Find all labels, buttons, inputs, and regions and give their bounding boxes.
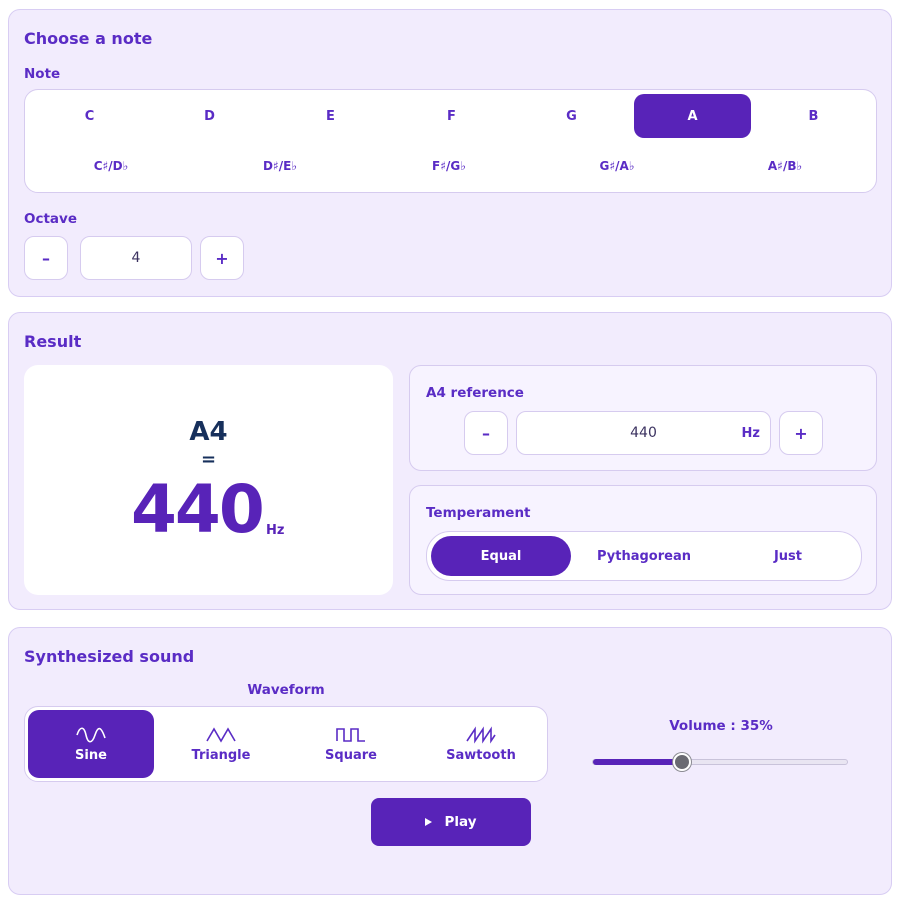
- note-button-b[interactable]: B: [755, 94, 872, 138]
- waveform-sawtooth-button[interactable]: Sawtooth: [418, 710, 544, 778]
- octave-decrement-button[interactable]: –: [24, 236, 68, 280]
- play-icon: [425, 818, 433, 826]
- choose-note-title: Choose a note: [24, 29, 153, 48]
- volume-slider-fill: [593, 759, 682, 765]
- temperament-panel: Temperament Equal Pythagorean Just: [409, 485, 877, 595]
- volume-slider[interactable]: [592, 753, 848, 771]
- note-button-a-sharp[interactable]: A♯/B♭: [705, 146, 865, 186]
- note-button-e[interactable]: E: [272, 94, 389, 138]
- note-label: Note: [24, 66, 61, 82]
- octave-input[interactable]: 4: [80, 236, 192, 280]
- waveform-label: Waveform: [247, 682, 325, 698]
- temperament-pythagorean-button[interactable]: Pythagorean: [573, 536, 715, 576]
- waveform-sawtooth-label: Sawtooth: [446, 747, 516, 763]
- waveform-triangle-label: Triangle: [191, 747, 251, 763]
- result-frequency: 440: [131, 471, 265, 548]
- reference-input[interactable]: 440 Hz: [516, 411, 771, 455]
- a4-reference-label: A4 reference: [426, 385, 524, 401]
- sine-wave-icon: [76, 726, 106, 743]
- result-title: Result: [24, 332, 82, 351]
- note-button-g[interactable]: G: [513, 94, 630, 138]
- reference-decrement-button[interactable]: –: [464, 411, 508, 455]
- square-wave-icon: [336, 727, 365, 742]
- volume-slider-thumb[interactable]: [673, 753, 691, 771]
- play-button-label: Play: [444, 814, 477, 830]
- note-button-d[interactable]: D: [151, 94, 268, 138]
- play-button[interactable]: Play: [371, 798, 531, 846]
- result-panel: Result A4 = 440 Hz A4 reference – 440 Hz…: [8, 312, 892, 610]
- synthesized-sound-panel: Synthesized sound Waveform Sine Triangle…: [8, 627, 892, 895]
- waveform-sine-label: Sine: [75, 747, 107, 763]
- temperament-just-button[interactable]: Just: [717, 536, 859, 576]
- reference-unit: Hz: [741, 425, 760, 441]
- sawtooth-wave-icon: [466, 725, 496, 744]
- reference-increment-button[interactable]: +: [779, 411, 823, 455]
- note-button-c[interactable]: C: [31, 94, 148, 138]
- temperament-selector: Equal Pythagorean Just: [426, 531, 862, 581]
- result-display: A4 = 440 Hz: [24, 365, 393, 595]
- note-button-f-sharp[interactable]: F♯/G♭: [369, 146, 529, 186]
- synthesized-sound-title: Synthesized sound: [24, 647, 195, 666]
- octave-increment-button[interactable]: +: [200, 236, 244, 280]
- waveform-sine-button[interactable]: Sine: [28, 710, 154, 778]
- waveform-square-button[interactable]: Square: [288, 710, 414, 778]
- note-button-f[interactable]: F: [393, 94, 510, 138]
- waveform-selector: Sine Triangle Square Sawtooth: [24, 706, 548, 782]
- a4-reference-panel: A4 reference – 440 Hz +: [409, 365, 877, 471]
- octave-label: Octave: [24, 211, 77, 227]
- result-unit: Hz: [266, 523, 285, 538]
- reference-value: 440: [630, 425, 657, 441]
- volume-label: Volume : 35%: [669, 718, 773, 734]
- result-equals-sign: =: [200, 449, 217, 470]
- triangle-wave-icon: [206, 726, 236, 743]
- temperament-equal-button[interactable]: Equal: [431, 536, 571, 576]
- waveform-square-label: Square: [325, 747, 377, 763]
- waveform-triangle-button[interactable]: Triangle: [158, 710, 284, 778]
- note-button-g-sharp[interactable]: G♯/A♭: [537, 146, 697, 186]
- temperament-label: Temperament: [426, 505, 531, 521]
- note-selector: C D E F G A B C♯/D♭ D♯/E♭ F♯/G♭ G♯/A♭ A♯…: [24, 89, 877, 193]
- note-button-a[interactable]: A: [634, 94, 751, 138]
- result-note-name: A4: [189, 417, 228, 447]
- choose-note-panel: Choose a note Note C D E F G A B C♯/D♭ D…: [8, 9, 892, 297]
- note-button-c-sharp[interactable]: C♯/D♭: [31, 146, 191, 186]
- note-button-d-sharp[interactable]: D♯/E♭: [200, 146, 360, 186]
